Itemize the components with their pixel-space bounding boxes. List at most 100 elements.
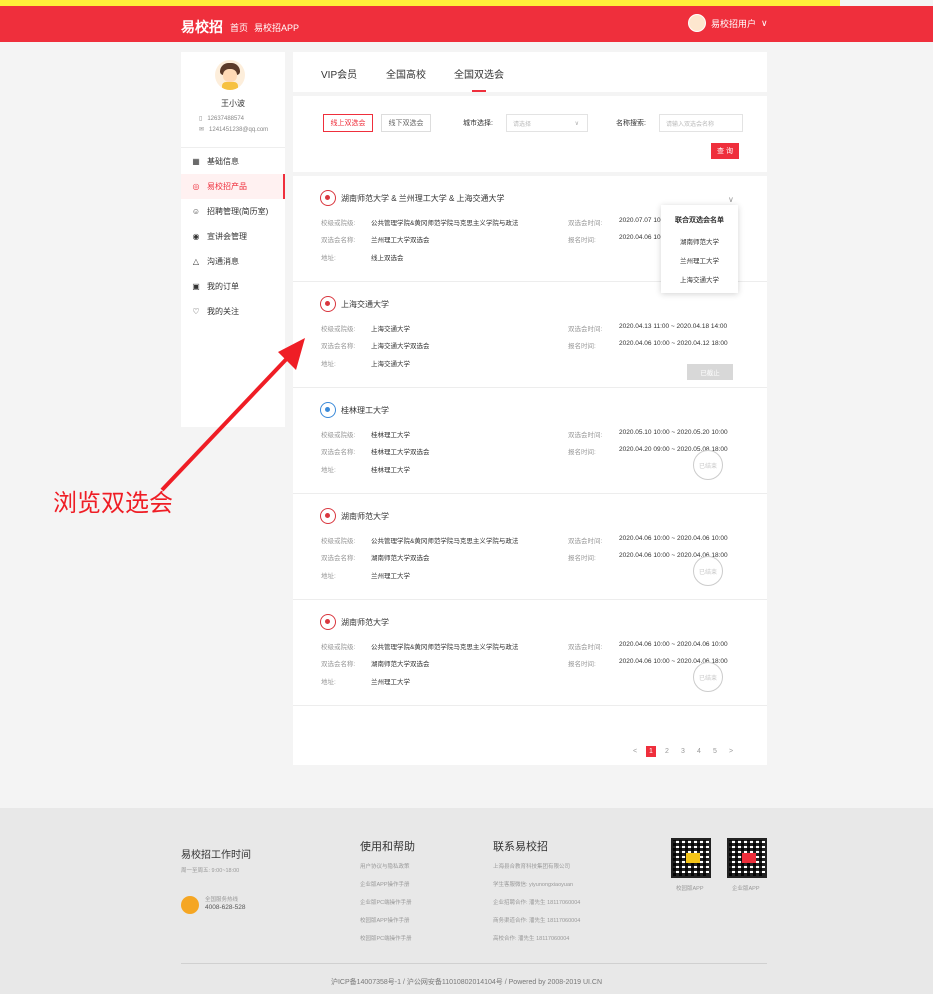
- avatar: [688, 14, 706, 32]
- event-title: 桂林理工大学: [341, 405, 389, 415]
- university-seal-icon: [320, 614, 336, 630]
- tab-job-fairs[interactable]: 全国双选会: [454, 66, 504, 81]
- qr-label-campus: 校园版APP: [676, 886, 704, 892]
- chevron-down-icon: ∨: [574, 120, 579, 127]
- hotline-number: 4008-628-528: [205, 904, 246, 911]
- event-school: 上海交通大学: [371, 326, 410, 333]
- page-5[interactable]: 5: [710, 746, 720, 757]
- chevron-down-icon[interactable]: ∨: [728, 195, 734, 204]
- page-4[interactable]: 4: [694, 746, 704, 757]
- footer-contact-title: 联系易校招: [493, 841, 548, 853]
- annotation-arrow: [160, 338, 305, 492]
- event-address: 兰州理工大学: [371, 679, 410, 686]
- tab-vip[interactable]: VIP会员: [321, 66, 357, 81]
- popup-title: 联合双选会名单: [675, 217, 724, 224]
- target-icon: ◎: [192, 182, 200, 191]
- university-seal-icon: [320, 508, 336, 524]
- ended-button[interactable]: 已截止: [687, 364, 733, 380]
- sidebar-item-basic-info[interactable]: ▦ 基础信息: [181, 149, 285, 174]
- phone-icon: ▯: [199, 116, 203, 122]
- event-time: 2020.04.06 10:00 ~ 2020.04.06 10:00: [619, 535, 728, 542]
- footer-hours-title: 易校招工作时间: [181, 850, 251, 861]
- footer-link[interactable]: 校园版APP操作手册: [360, 916, 410, 924]
- profile-name: 王小波: [221, 99, 245, 108]
- footer-link[interactable]: 校园版PC端操作手册: [360, 934, 412, 942]
- heart-icon: ♡: [192, 307, 200, 316]
- event-fair-name: 湖南师范大学双选会: [371, 661, 430, 668]
- event-time: 2020.07.07 10: [619, 217, 661, 224]
- footer-divider: [181, 963, 767, 964]
- event-address: 兰州理工大学: [371, 573, 410, 580]
- footer-icp: 沪ICP备14007358号-1 / 沪公网安备11010802014104号 …: [330, 979, 603, 986]
- chevron-down-icon: ∨: [761, 17, 768, 28]
- university-seal-icon: [320, 402, 336, 418]
- name-search-label: 名称搜索:: [616, 120, 646, 127]
- event-signup-time: 2020.04.06 10:00 ~ 2020.04.12 18:00: [619, 340, 728, 347]
- prev-page-button[interactable]: <: [630, 746, 640, 757]
- event-title: 上海交通大学: [341, 299, 389, 309]
- event-time: 2020.04.06 10:00 ~ 2020.04.06 10:00: [619, 641, 728, 648]
- list-item[interactable]: 湖南师范大学 校级或院级: 公共管理学院&黄冈师范学院马克思主义学院与政法 双选…: [293, 600, 767, 706]
- popup-item[interactable]: 上海交通大学: [661, 274, 738, 284]
- bell-icon: △: [192, 257, 200, 266]
- order-icon: ▣: [192, 282, 200, 291]
- app-logo-icon: [742, 853, 756, 863]
- sidebar-item-products[interactable]: ◎ 易校招产品: [181, 174, 285, 199]
- tab-universities[interactable]: 全国高校: [386, 66, 426, 81]
- footer-contact-line: 高校合作: 潘先生 18117060004: [493, 936, 570, 942]
- footer-link[interactable]: 企业版PC端操作手册: [360, 898, 412, 906]
- joint-fair-popup: 联合双选会名单 湖南师范大学 兰州理工大学 上海交通大学: [661, 205, 738, 293]
- footer: [0, 808, 933, 994]
- sidebar-item-orders[interactable]: ▣ 我的订单: [181, 274, 285, 299]
- page-2[interactable]: 2: [662, 746, 672, 757]
- list-item[interactable]: 桂林理工大学 校级或院级: 桂林理工大学 双选会名称: 桂林理工大学双选会 地址…: [293, 388, 767, 494]
- city-label: 城市选择:: [463, 120, 493, 127]
- popup-item[interactable]: 兰州理工大学: [661, 255, 738, 265]
- offline-fair-button[interactable]: 线下双选会: [381, 114, 431, 132]
- ended-stamp: 已结束: [693, 450, 723, 480]
- filter-panel: 线上双选会 线下双选会 城市选择: 请选择 ∨ 名称搜索: 请输入双选会名称 查…: [293, 96, 767, 172]
- ended-stamp: 已结束: [693, 662, 723, 692]
- university-seal-icon: [320, 296, 336, 312]
- footer-hours: 周一至周五: 9:00~18:00: [181, 868, 240, 874]
- event-fair-name: 上海交通大学双选会: [371, 343, 430, 350]
- online-fair-button[interactable]: 线上双选会: [323, 114, 373, 132]
- site-logo[interactable]: 易校招: [181, 17, 223, 37]
- sidebar-item-messages[interactable]: △ 沟通消息: [181, 249, 285, 274]
- qr-label-enterprise: 企业版APP: [732, 886, 760, 892]
- user-menu[interactable]: 易校招用户 ∨: [688, 14, 768, 32]
- footer-contact-line: 商务渠道合作: 潘先生 18117060004: [493, 918, 581, 924]
- grid-icon: ▦: [192, 157, 200, 166]
- event-fair-name: 兰州理工大学双选会: [371, 237, 430, 244]
- qr-code-icon: [671, 838, 711, 878]
- footer-link[interactable]: 用户协议与隐私政策: [360, 862, 410, 870]
- sidebar-item-follows[interactable]: ♡ 我的关注: [181, 299, 285, 324]
- sidebar-item-recruitment[interactable]: ☺ 招聘管理(简历室): [181, 199, 285, 224]
- nav-app[interactable]: 易校招APP: [254, 21, 299, 34]
- footer-link[interactable]: 企业版APP操作手册: [360, 880, 410, 888]
- hotline-label: 全国服务热线: [205, 897, 239, 903]
- person-icon: ☺: [191, 207, 201, 216]
- footer-contact-line: 学生客服微信: yiyunongxiaoyuan: [493, 882, 574, 888]
- footer-help-title: 使用和帮助: [360, 841, 415, 853]
- event-school: 公共管理学院&黄冈师范学院马克思主义学院与政法: [371, 220, 519, 227]
- page-3[interactable]: 3: [678, 746, 688, 757]
- list-item[interactable]: 湖南师范大学 校级或院级: 公共管理学院&黄冈师范学院马克思主义学院与政法 双选…: [293, 494, 767, 600]
- sidebar-item-seminar[interactable]: ◉ 宣讲会管理: [181, 224, 285, 249]
- page-1[interactable]: 1: [646, 746, 656, 757]
- query-button[interactable]: 查 询: [711, 143, 739, 159]
- event-signup-time: 2020.04.06 10: [619, 234, 661, 241]
- event-time: 2020.05.10 10:00 ~ 2020.05.20 10:00: [619, 429, 728, 436]
- top-header: 易校招 首页 易校招APP 易校招用户 ∨: [0, 6, 933, 42]
- city-select[interactable]: 请选择 ∨: [506, 114, 588, 132]
- nav-home[interactable]: 首页: [230, 21, 248, 34]
- event-address: 线上双选会: [371, 255, 404, 262]
- next-page-button[interactable]: >: [726, 746, 736, 757]
- footer-contact-line: 上海县合教育科技集团有限公司: [493, 864, 571, 870]
- event-title: 湖南师范大学: [341, 617, 389, 627]
- phone-icon: [181, 896, 199, 914]
- footer-contact-line: 企业招聘合作: 潘先生 18117060004: [493, 900, 581, 906]
- name-search-input[interactable]: 请输入双选会名称: [659, 114, 743, 132]
- app-logo-icon: [686, 853, 700, 863]
- popup-item[interactable]: 湖南师范大学: [661, 236, 738, 246]
